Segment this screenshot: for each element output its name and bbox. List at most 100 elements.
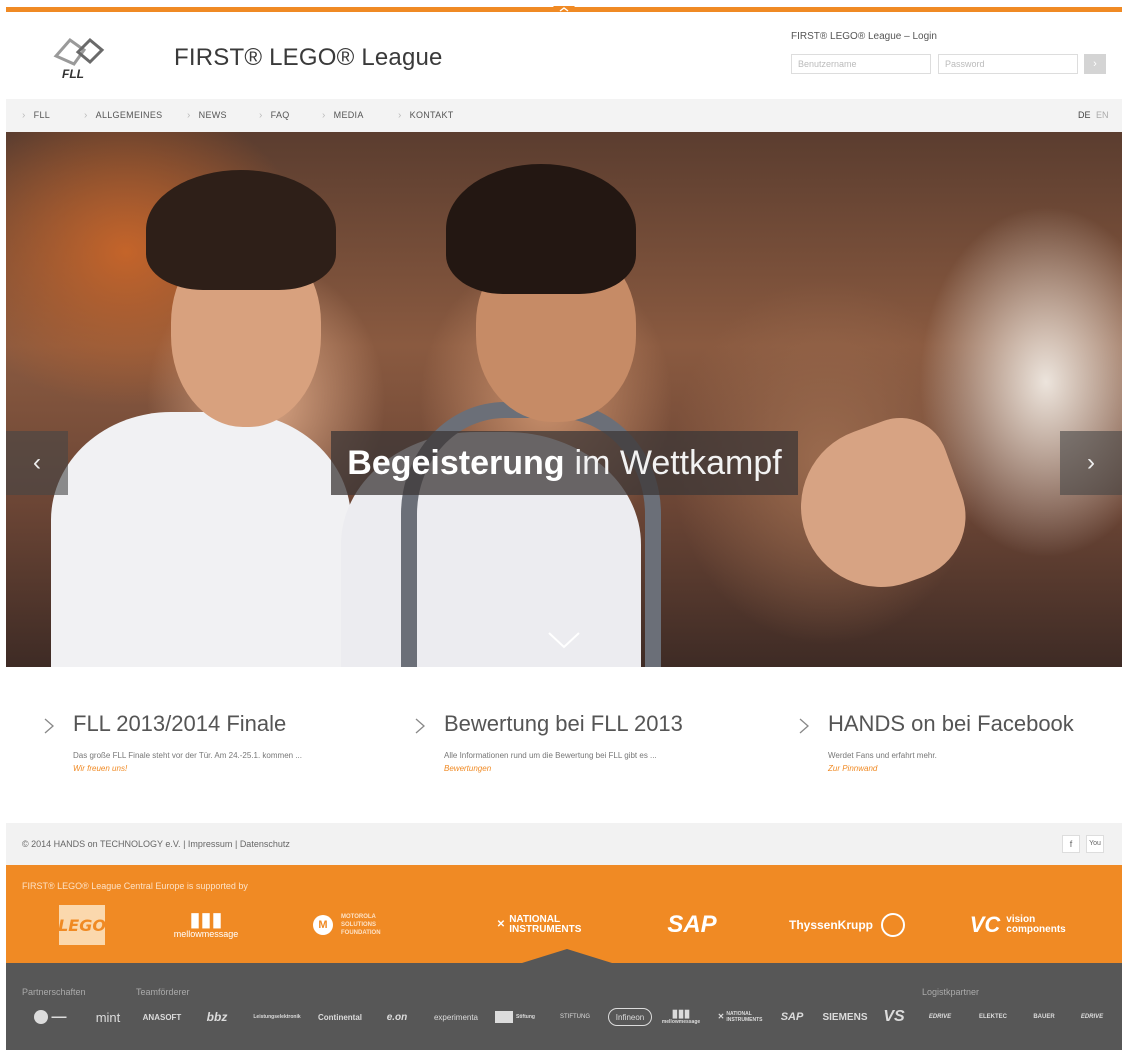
teaser-title[interactable]: HANDS on bei Facebook [828, 711, 1074, 737]
hero-photo-shape [51, 412, 351, 667]
partner-logo-sap[interactable]: SAP [776, 1005, 808, 1029]
slider-prev-button[interactable]: ‹ [6, 431, 68, 495]
site-brand-title[interactable]: FIRST® LEGO® League [174, 44, 443, 72]
partner-logo-eon[interactable]: e.on [374, 1005, 420, 1029]
sponsor-logo-thyssenkrupp[interactable]: ThyssenKrupp [782, 905, 912, 945]
nav-item-allgemeines[interactable]: › ALLGEMEINES [84, 99, 162, 132]
partner-logo-edrive[interactable]: EDRIVE [918, 1005, 962, 1029]
partner-band: Partnerschaften Teamförderer Logistkpart… [6, 949, 1122, 1050]
teaser-link[interactable]: Bewertungen [444, 764, 491, 773]
partner-logo-leistungselektronik[interactable]: Leistungselektronik [248, 1005, 306, 1029]
teaser-link[interactable]: Wir freuen uns! [73, 764, 127, 773]
lang-de[interactable]: DE [1078, 99, 1091, 132]
partner-logo-mint[interactable]: mint [84, 1005, 132, 1029]
separator: | [183, 839, 186, 849]
lang-en[interactable]: EN [1096, 99, 1109, 132]
facebook-icon[interactable]: f [1062, 835, 1080, 853]
partner-logo-stiftung[interactable]: Stiftung [490, 1005, 540, 1029]
login-submit-button[interactable]: › [1084, 54, 1106, 74]
partner-logo-experimenta[interactable]: experimenta [430, 1005, 482, 1029]
datenschutz-link[interactable]: Datenschutz [240, 839, 290, 849]
partner-logo-continental[interactable]: Continental [312, 1005, 368, 1029]
chevron-right-icon: › [187, 110, 191, 121]
partner-logo-vs[interactable]: VS [878, 1005, 910, 1029]
partner-label-logistik: Logistkpartner [922, 987, 980, 997]
motorola-icon: M [313, 915, 333, 935]
ni-icon: ✕ [496, 919, 506, 930]
chevron-right-icon: › [84, 110, 88, 121]
chevron-right-icon: › [1087, 449, 1095, 476]
sponsor-logo-motorola[interactable]: M MOTOROLA SOLUTIONS FOUNDATION [302, 905, 422, 945]
hero-photo-shape [778, 404, 984, 610]
nav-item-media[interactable]: › MEDIA [322, 99, 364, 132]
partner-logo-elektec[interactable]: ELEKTEC [970, 1005, 1016, 1029]
partner-label-partnerschaften: Partnerschaften [22, 987, 86, 997]
chevron-right-icon [415, 718, 425, 734]
vc-icon: VC [969, 912, 1001, 937]
chevron-right-icon: › [398, 110, 402, 121]
partner-logo-anasoft[interactable]: ANASOFT [136, 1005, 188, 1029]
hero-caption-light: im Wettkampf [574, 443, 782, 482]
chevron-right-icon: › [259, 110, 263, 121]
chevron-right-icon [799, 718, 809, 734]
slider-next-button[interactable]: › [1060, 431, 1122, 495]
impressum-link[interactable]: Impressum [188, 839, 233, 849]
teaser-title[interactable]: FLL 2013/2014 Finale [73, 711, 286, 737]
copyright-line: © 2014 HANDS on TECHNOLOGY e.V. | Impres… [22, 839, 290, 849]
nav-item-faq[interactable]: › FAQ [259, 99, 290, 132]
main-navigation: › FLL › ALLGEMEINES › NEWS › FAQ › MEDIA › KON… [6, 99, 1122, 132]
nav-item-kontakt[interactable]: › KONTAKT [398, 99, 454, 132]
partner-band-notch [522, 949, 612, 963]
separator: | [234, 839, 238, 849]
hero-caption-strong: Begeisterung [347, 443, 565, 482]
partner-logo-bauer[interactable]: BAUER [1022, 1005, 1066, 1029]
teaser-text: Alle Informationen rund um die Bewertung… [444, 751, 657, 760]
sponsor-logo-vision-components[interactable]: VC vision components [960, 905, 1090, 945]
logo-text: FLL [62, 67, 84, 81]
hero-photo-shape [146, 170, 336, 290]
username-input[interactable] [791, 54, 931, 74]
hero-caption: Begeisterung im Wettkampf [331, 431, 798, 495]
copyright-text: © 2014 HANDS on TECHNOLOGY e.V. [22, 839, 181, 849]
teaser-link[interactable]: Zur Pinnwand [828, 764, 877, 773]
teaser-text: Das große FLL Finale steht vor der Tür. … [73, 751, 302, 760]
partner-logo-national-instruments[interactable]: ✕ NATIONAL INSTRUMENTS [714, 1005, 764, 1029]
chevron-right-icon: › [1093, 58, 1097, 70]
partner-logo-bbz[interactable]: bbz [200, 1005, 234, 1029]
stiftung-icon [495, 1011, 514, 1023]
partner-logo-stiftung-2[interactable]: STIFTUNG [550, 1005, 600, 1029]
fll-logo[interactable]: FLL [44, 28, 114, 88]
mellowmessage-icon: ▮▮▮ [671, 1008, 691, 1020]
mellowmessage-icon: ▮▮▮ [189, 909, 223, 931]
youtube-icon[interactable]: You [1086, 835, 1104, 853]
partner-logo-edrive-2[interactable]: EDRIVE [1070, 1005, 1114, 1029]
partner-logo-siemens[interactable]: SIEMENS [818, 1005, 872, 1029]
nav-item-fll[interactable]: › FLL [22, 99, 50, 132]
login-title: FIRST® LEGO® League – Login [791, 31, 937, 42]
password-input[interactable] [938, 54, 1078, 74]
sponsor-logo-lego[interactable]: LEGO [52, 905, 112, 945]
partner-logo[interactable]: ▬▬▬ [20, 1005, 80, 1029]
partner-logo-infineon[interactable]: Infineon [608, 1008, 652, 1026]
chevron-right-icon [44, 718, 54, 734]
nav-item-news[interactable]: › NEWS [187, 99, 227, 132]
thyssenkrupp-icon [881, 913, 905, 937]
teaser-title[interactable]: Bewertung bei FLL 2013 [444, 711, 683, 737]
hero-slider: Begeisterung im Wettkampf ‹ › [6, 132, 1122, 667]
ni-icon: ✕ [717, 1012, 725, 1021]
scroll-down-chevron-icon[interactable] [547, 630, 581, 650]
site-header: FLL FIRST® LEGO® League FIRST® LEGO® Lea… [0, 12, 1122, 98]
teaser-text: Werdet Fans und erfahrt mehr. [828, 751, 937, 760]
sponsor-logo-mellowmessage[interactable]: ▮▮▮ mellowmessage [156, 905, 256, 945]
chevron-left-icon: ‹ [33, 449, 41, 476]
sponsor-logo-sap[interactable]: SAP [660, 905, 724, 945]
chevron-right-icon: › [22, 110, 26, 121]
sponsor-title: FIRST® LEGO® League Central Europe is su… [22, 881, 248, 891]
partner-logo-mellowmessage[interactable]: ▮▮▮ mellowmessage [658, 1005, 704, 1029]
footer-bar: © 2014 HANDS on TECHNOLOGY e.V. | Impres… [6, 823, 1122, 865]
partner-badge-icon [33, 1010, 48, 1024]
partner-label-teamfoerderer: Teamförderer [136, 987, 190, 997]
hero-photo-shape [446, 164, 636, 294]
sponsor-logo-national-instruments[interactable]: ✕ NATIONAL INSTRUMENTS [484, 905, 594, 945]
chevron-right-icon: › [322, 110, 326, 121]
